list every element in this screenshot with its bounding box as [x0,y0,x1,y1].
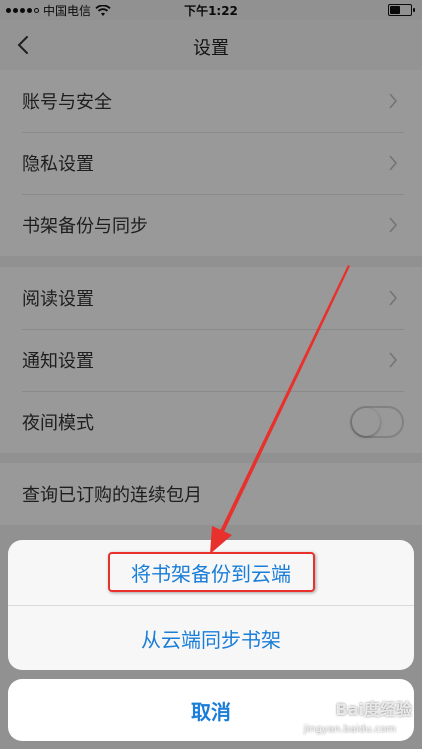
backup-to-cloud-button[interactable]: 将书架备份到云端 [8,540,414,605]
backup-to-cloud-label: 将书架备份到云端 [131,562,291,586]
sync-from-cloud-label: 从云端同步书架 [141,628,281,652]
watermark-url: jingyan.baidu.com [303,724,396,735]
sync-from-cloud-button[interactable]: 从云端同步书架 [8,605,414,670]
watermark-logo: Bai度经验 [335,700,412,719]
action-sheet: 将书架备份到云端 从云端同步书架 [8,540,414,670]
settings-screen: 中国电信 下午1:22 设置 账号与安全 隐私设置 书架备份与同步 阅读设置 通… [0,0,422,749]
